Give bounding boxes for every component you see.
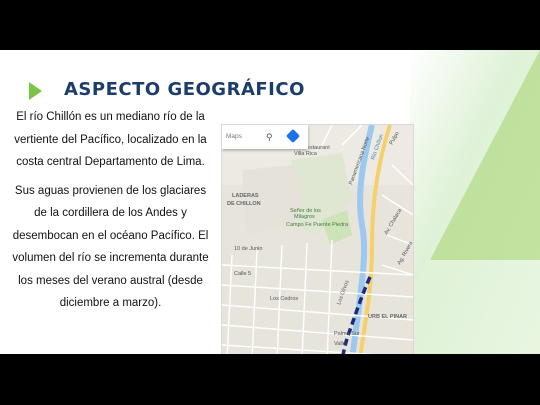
map-label-junio: 10 de Junio xyxy=(234,246,262,252)
map-search-label: Maps xyxy=(226,133,242,140)
directions-icon[interactable] xyxy=(285,128,301,144)
map-label-valle: Valle xyxy=(334,341,346,347)
map-label-de-chillon: DE CHILLON xyxy=(227,201,261,207)
map-canvas: LADERAS DE CHILLON Señor de los Milagros… xyxy=(222,125,413,354)
search-icon[interactable]: ⚲ xyxy=(266,132,273,143)
slide: ASPECTO GEOGRÁFICO El río Chillón es un … xyxy=(0,50,540,354)
map-label-calle5: Calle 5 xyxy=(234,271,251,277)
map-label-palma: Palma Sur xyxy=(334,331,360,337)
map-label-villa: Villa Rica xyxy=(294,151,318,157)
map-label-milagros: Milagros xyxy=(294,214,315,220)
paragraph-1: El río Chillón es un mediano río de la v… xyxy=(14,111,207,168)
map-label-urb: URB EL PINAR xyxy=(368,314,407,320)
paragraph-2: Sus aguas provienen de los glaciares de … xyxy=(12,184,209,310)
slide-title: ASPECTO GEOGRÁFICO xyxy=(64,79,305,100)
slide-body-text: El río Chillón es un mediano río de la v… xyxy=(8,106,213,321)
slide-decoration-green-shape xyxy=(430,50,540,260)
map-image: LADERAS DE CHILLON Señor de los Milagros… xyxy=(221,124,414,354)
map-label-campo: Campo Fe Puente Piedra xyxy=(286,222,349,228)
map-label-laderas: LADERAS xyxy=(232,193,259,199)
title-arrow-icon xyxy=(29,82,42,100)
map-search-bar[interactable]: Maps ⚲ xyxy=(222,125,308,149)
map-label-pulpo: Pulpo xyxy=(389,131,401,146)
map-label-los-cedros: Los Cedros xyxy=(270,296,298,302)
